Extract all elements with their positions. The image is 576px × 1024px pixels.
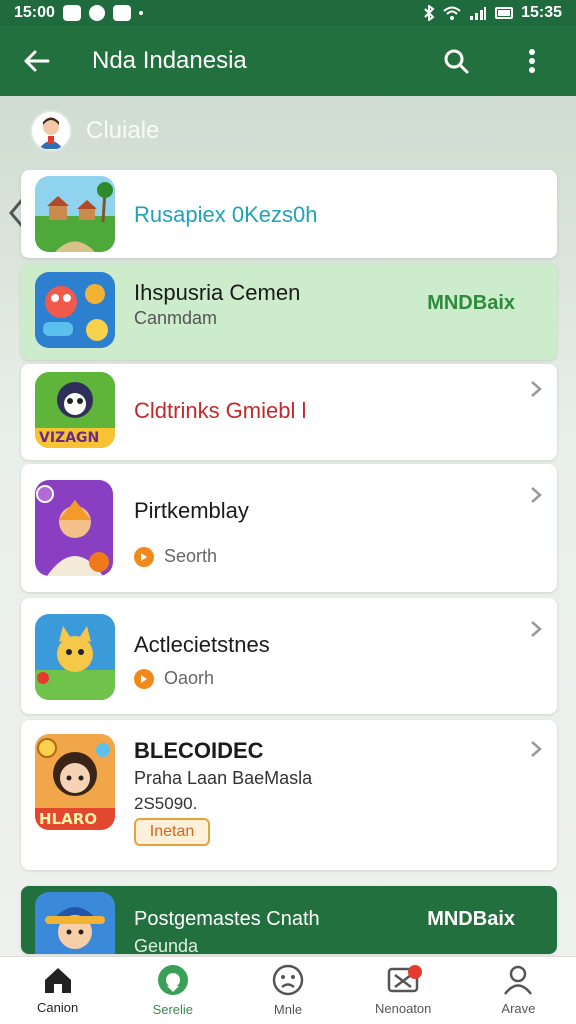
page-title: Nda Indanesia [92, 47, 247, 74]
status-time-right: 15:35 [521, 4, 562, 21]
nav-item-notifications[interactable]: Nenoaton [346, 957, 461, 1024]
item-tag: MNDBaix [427, 292, 515, 314]
circle-notification-icon [88, 5, 105, 21]
game-thumbnail-icon [35, 272, 115, 348]
search-button[interactable] [438, 43, 474, 79]
item-title: Postgemastes Cnath [134, 908, 320, 930]
character-thumbnail-icon [35, 480, 113, 576]
more-options-button[interactable] [514, 43, 550, 79]
item-title: Ihspusria Cemen [134, 280, 301, 305]
more-notifications-dot [138, 11, 143, 15]
nav-item-profile[interactable]: Arave [461, 957, 576, 1024]
play-icon [134, 546, 154, 567]
app-thumbnail [35, 176, 115, 252]
item-title: BLECOIDEC [134, 738, 264, 763]
back-button[interactable] [18, 43, 54, 79]
nav-label: Serelie [152, 1002, 194, 1017]
user-avatar-icon [39, 117, 63, 149]
item-meta-text: Seorth [164, 546, 218, 566]
more-vert-icon [529, 49, 535, 73]
item-meta: Oaorh [134, 668, 214, 689]
bottom-navigation: Canion Serelie Mnle Nenoaton Arave [0, 956, 576, 1024]
app-thumbnail: HLARO [35, 734, 115, 830]
item-tag: MNDBaix [427, 908, 515, 930]
app-thumbnail [35, 272, 115, 348]
person-icon [504, 965, 533, 995]
list-item[interactable]: HLARO BLECOIDEC Praha Laan BaeMasla 2S50… [21, 720, 557, 870]
arrow-left-icon [24, 50, 50, 72]
user-header: Cluiale [30, 110, 159, 152]
chevron-right-icon[interactable] [529, 380, 543, 397]
circle-icon [157, 965, 188, 995]
nav-item-3[interactable]: Mnle [230, 957, 345, 1024]
nav-item-2[interactable]: Serelie [115, 957, 230, 1024]
app-thumbnail: VIZAGN [35, 372, 115, 448]
list-item[interactable]: Ihspusria Cemen Canmdam MNDBaix [21, 264, 557, 360]
list-item[interactable]: Pirtkemblay Seorth [21, 464, 557, 592]
item-extra: 2S5090. [134, 794, 198, 813]
thumbnail-caption: HLARO [39, 810, 98, 828]
item-title: Pirtkemblay [134, 498, 249, 523]
item-title: Cldtrinks Gmiebl l [134, 398, 307, 423]
home-icon [44, 968, 71, 993]
list-item[interactable]: Postgemastes Cnath Geunda MNDBaix [21, 886, 557, 954]
app-bar: Nda Indanesia [0, 26, 576, 96]
bluetooth-icon [424, 5, 435, 21]
nav-label: Mnle [273, 1002, 303, 1017]
wifi-icon [443, 6, 461, 20]
thumbnail-caption: VIZAGN [39, 430, 100, 446]
user-name: Cluiale [86, 117, 160, 144]
install-button[interactable]: Inetan [134, 818, 210, 846]
list-item[interactable]: Rusapiex 0Kezs0h [21, 170, 557, 258]
item-subtitle: Canmdam [134, 308, 218, 328]
app-thumbnail [35, 480, 113, 576]
item-title: Actlecietstnes [134, 632, 270, 657]
village-thumbnail-icon [35, 176, 115, 252]
status-bar: 15:00 15:35 [0, 0, 576, 26]
list-item[interactable]: VIZAGN Cldtrinks Gmiebl l [21, 364, 557, 460]
nav-label: Arave [501, 1001, 536, 1016]
chevron-right-icon[interactable] [529, 740, 543, 757]
notification-badge [407, 965, 422, 979]
app-thumbnail [35, 614, 115, 700]
chevron-right-icon[interactable] [529, 486, 543, 503]
list-item[interactable]: Actlecietstnes Oaorh [21, 598, 557, 714]
app-notification-icon [62, 5, 81, 21]
cat-thumbnail-icon [35, 614, 115, 700]
signal-icon [470, 7, 487, 20]
chat-notification-icon [112, 5, 131, 21]
chevron-right-icon[interactable] [529, 620, 543, 637]
boy-thumbnail-icon [35, 892, 115, 954]
face-icon [272, 964, 304, 996]
status-time-left: 15:00 [14, 4, 55, 21]
item-meta-text: Oaorh [164, 668, 215, 688]
avatar[interactable] [30, 110, 72, 152]
item-title: Rusapiex 0Kezs0h [134, 202, 318, 227]
play-icon [134, 668, 154, 689]
nav-label: Nenoaton [375, 1001, 432, 1016]
item-subtitle: Geunda [134, 936, 199, 954]
nav-label: Canion [37, 1000, 79, 1015]
nav-item-home[interactable]: Canion [0, 957, 115, 1024]
search-icon [444, 49, 469, 74]
item-subtitle: Praha Laan BaeMasla [134, 768, 313, 788]
battery-icon [495, 7, 514, 19]
item-meta: Seorth [134, 546, 217, 567]
app-thumbnail [35, 892, 115, 954]
